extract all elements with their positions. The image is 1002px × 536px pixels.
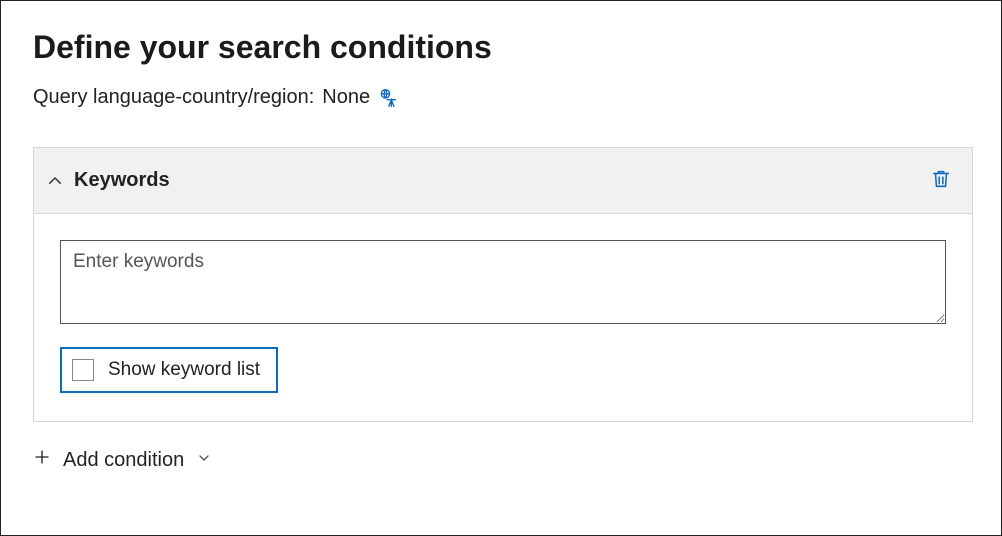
globe-translate-icon[interactable] [378,88,398,108]
page-title: Define your search conditions [33,29,973,66]
query-language-value: None [322,86,370,109]
search-conditions-panel: Define your search conditions Query lang… [0,0,1002,536]
query-language-row: Query language-country/region: None [33,86,973,109]
keywords-card-header: Keywords [34,148,972,214]
keywords-card: Keywords Show keyword list [33,147,973,422]
add-condition-label: Add condition [63,449,184,472]
keywords-card-title: Keywords [74,169,170,192]
show-keyword-list-label: Show keyword list [108,359,260,381]
checkbox-icon [72,359,94,381]
trash-icon [930,168,952,193]
add-condition-button[interactable]: Add condition [33,448,212,472]
delete-keywords-button[interactable] [926,164,956,197]
chevron-down-icon [196,449,212,472]
show-keyword-list-checkbox[interactable]: Show keyword list [60,347,278,393]
keywords-card-body: Show keyword list [34,214,972,421]
keywords-input[interactable] [60,240,946,324]
keywords-card-header-left: Keywords [46,169,170,192]
query-language-label: Query language-country/region: [33,86,314,109]
chevron-up-icon[interactable] [46,172,64,190]
plus-icon [33,448,51,472]
